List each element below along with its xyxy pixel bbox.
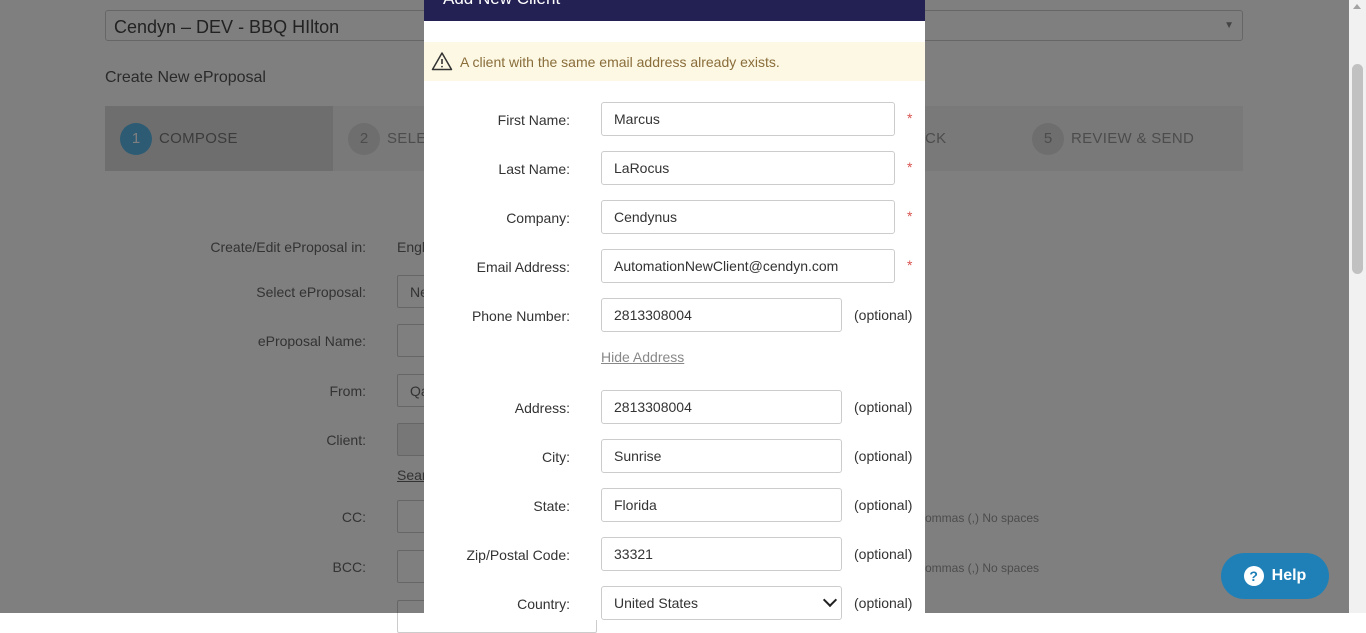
duplicate-email-alert: A client with the same email address alr… <box>424 42 925 81</box>
address-label: Address: <box>514 400 570 416</box>
scrollbar-thumb[interactable] <box>1352 64 1363 274</box>
zip-input[interactable] <box>601 537 842 571</box>
required-marker: * <box>907 159 913 175</box>
help-button[interactable]: ? Help <box>1221 553 1329 599</box>
required-marker: * <box>907 257 913 273</box>
modal-header: Add New Client <box>424 0 925 21</box>
last-name-input[interactable] <box>601 151 895 185</box>
zip-label: Zip/Postal Code: <box>466 547 571 563</box>
company-label: Company: <box>506 210 570 226</box>
required-marker: * <box>907 208 913 224</box>
phone-label: Phone Number: <box>471 308 570 324</box>
phone-input[interactable] <box>601 298 842 332</box>
optional-label: (optional) <box>854 307 913 323</box>
city-input[interactable] <box>601 439 842 473</box>
chevron-down-icon <box>822 592 838 608</box>
optional-label: (optional) <box>854 448 913 464</box>
first-name-input[interactable] <box>601 102 895 136</box>
page-scrollbar[interactable] <box>1349 0 1366 613</box>
country-label: Country: <box>517 596 570 612</box>
country-select-value: United States <box>614 595 699 611</box>
company-input[interactable] <box>601 200 895 234</box>
state-label: State: <box>533 498 570 514</box>
country-select[interactable]: United States <box>601 586 842 620</box>
help-label: Help <box>1271 567 1307 584</box>
optional-label: (optional) <box>854 399 913 415</box>
alert-text: A client with the same email address alr… <box>460 54 780 70</box>
first-name-label: First Name: <box>497 112 570 128</box>
optional-label: (optional) <box>854 595 913 611</box>
warning-icon <box>431 52 453 71</box>
state-input[interactable] <box>601 488 842 522</box>
modal-title: Add New Client <box>443 0 560 9</box>
required-marker: * <box>907 110 913 126</box>
optional-label: (optional) <box>854 497 913 513</box>
last-name-label: Last Name: <box>498 161 570 177</box>
question-mark-icon: ? <box>1243 566 1264 586</box>
email-label: Email Address: <box>476 259 570 275</box>
optional-label: (optional) <box>854 546 913 562</box>
add-client-modal: Add New Client A client with the same em… <box>424 0 925 620</box>
email-input[interactable] <box>601 249 895 283</box>
city-label: City: <box>542 449 570 465</box>
address-input[interactable] <box>601 390 842 424</box>
scroll-up-arrow-icon[interactable] <box>1353 4 1361 9</box>
hide-address-link[interactable]: Hide Address <box>601 349 684 365</box>
